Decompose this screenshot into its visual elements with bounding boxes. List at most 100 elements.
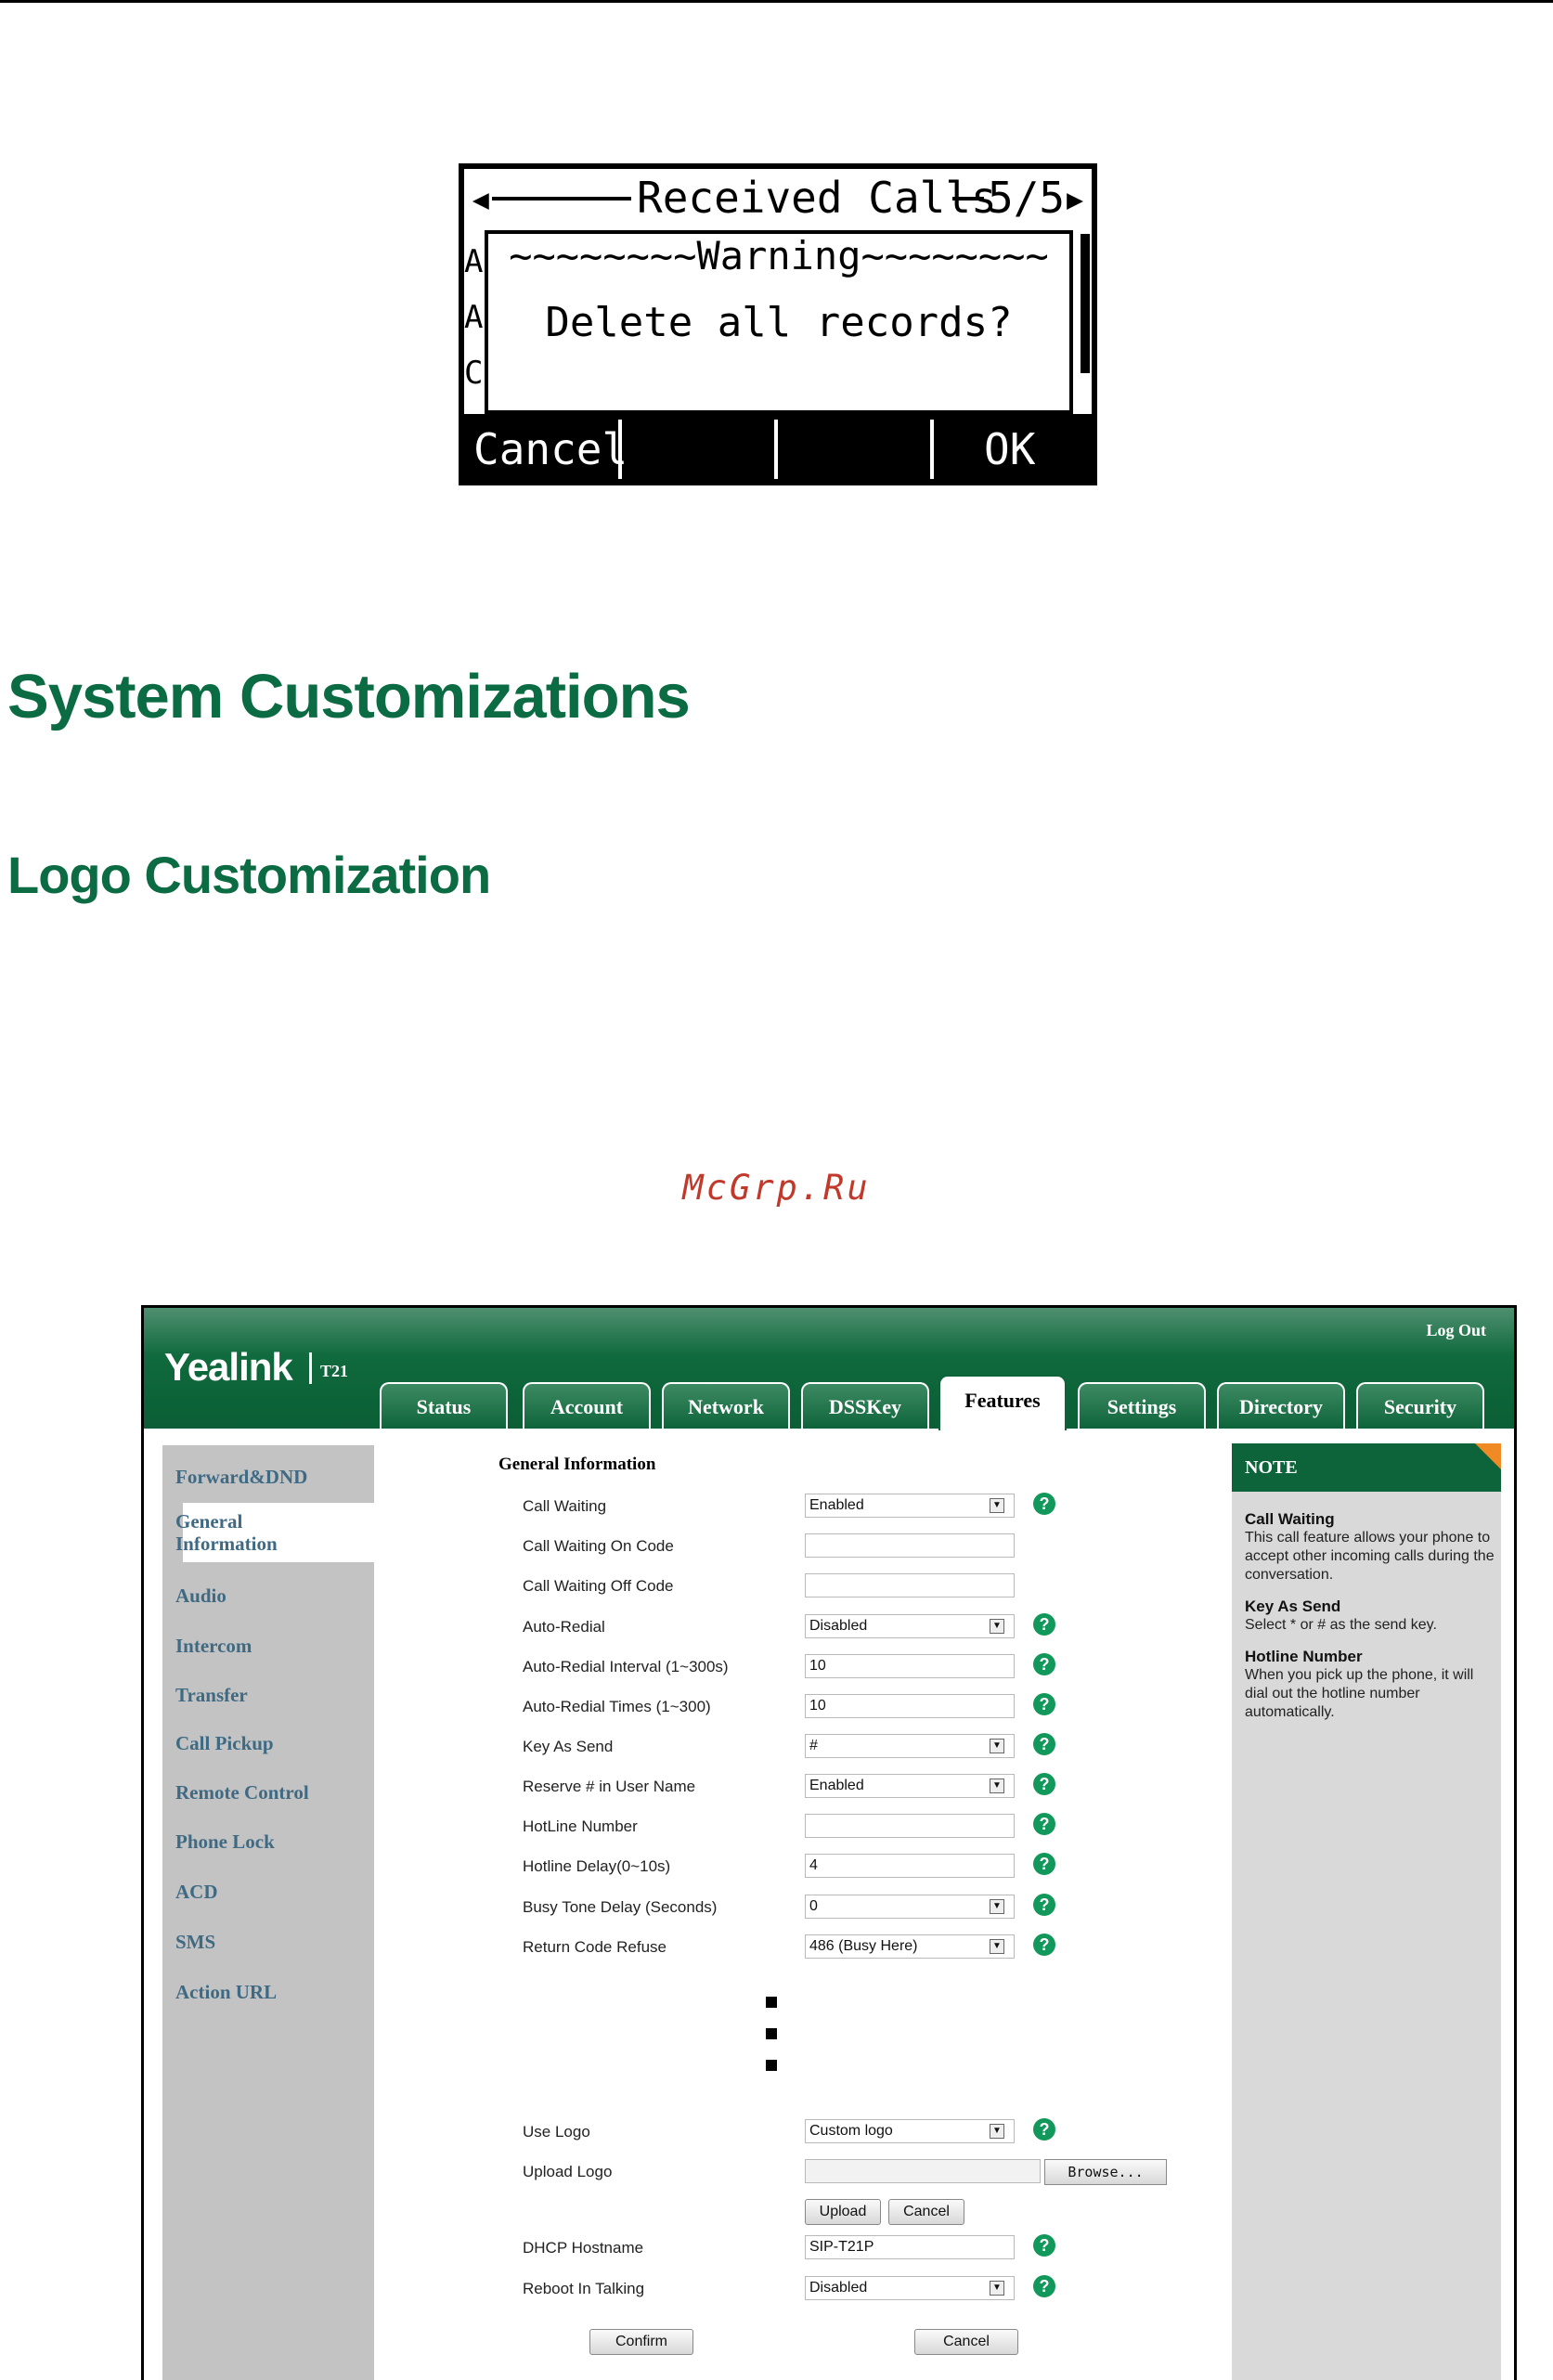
label-call-waiting: Call Waiting [523,1497,607,1515]
label-reserve-hash: Reserve # in User Name [523,1778,696,1795]
input-hotline-delay[interactable]: 4 [805,1854,1015,1878]
lcd-softkeys: Cancel OK [459,420,1097,485]
sidebar-item-forward-dnd[interactable]: Forward&DND [175,1466,307,1488]
softkey-divider [774,420,778,479]
label-reboot-in-talking: Reboot In Talking [523,2280,645,2297]
tab-features[interactable]: Features [938,1375,1067,1430]
tab-dsskey[interactable]: DSSKey [801,1382,929,1429]
select-value: Disabled [809,2280,868,2296]
help-icon[interactable]: ? [1033,1813,1055,1835]
sidebar-item-transfer[interactable]: Transfer [175,1684,248,1706]
select-busy-tone-delay[interactable]: 0 ▼ [805,1895,1015,1919]
select-use-logo[interactable]: Custom logo ▼ [805,2119,1015,2143]
tab-directory[interactable]: Directory [1217,1382,1345,1429]
select-reserve-hash[interactable]: Enabled ▼ [805,1774,1015,1798]
help-icon[interactable]: ? [1033,2234,1055,2257]
sidebar-item-acd[interactable]: ACD [175,1881,218,1903]
tab-network[interactable]: Network [662,1382,790,1429]
note-item-text: When you pick up the phone, it will dial… [1245,1667,1474,1720]
web-header: Yealink T21 Log Out Status Account Netwo… [144,1308,1514,1430]
help-icon[interactable]: ? [1033,1934,1055,1956]
sidebar-item-general-information[interactable]: General Information [175,1510,278,1555]
help-icon[interactable]: ? [1033,1733,1055,1755]
select-reboot-in-talking[interactable]: Disabled ▼ [805,2276,1015,2300]
help-icon[interactable]: ? [1033,1693,1055,1715]
label-call-waiting-on-code: Call Waiting On Code [523,1537,674,1555]
top-rule [0,0,1553,3]
heading-logo-customization: Logo Customization [7,846,491,904]
label-auto-redial-interval: Auto-Redial Interval (1~300s) [523,1658,729,1675]
select-value: Enabled [809,1778,864,1793]
sidebar-item-call-pickup[interactable]: Call Pickup [175,1732,274,1754]
browse-button[interactable]: Browse... [1044,2159,1167,2185]
input-upload-logo-path[interactable] [805,2159,1041,2183]
help-icon[interactable]: ? [1033,2275,1055,2297]
yealink-logo: Yealink [164,1345,293,1389]
tab-security[interactable]: Security [1356,1382,1484,1429]
select-value: 0 [809,1898,818,1914]
tab-status[interactable]: Status [380,1382,508,1429]
select-value: Custom logo [809,2123,893,2139]
input-auto-redial-interval[interactable]: 10 [805,1654,1015,1678]
label-auto-redial: Auto-Redial [523,1618,605,1636]
ellipsis-dot [766,2060,777,2071]
logout-link[interactable]: Log Out [1426,1321,1486,1340]
upload-button[interactable]: Upload [805,2199,881,2225]
select-auto-redial[interactable]: Disabled ▼ [805,1614,1015,1638]
select-value: # [809,1738,818,1753]
section-title: General Information [498,1455,656,1474]
sidebar-item-remote-control[interactable]: Remote Control [175,1781,309,1804]
note-item-title: Call Waiting [1245,1510,1335,1528]
softkey-empty[interactable] [626,420,765,485]
select-call-waiting[interactable]: Enabled ▼ [805,1494,1015,1518]
note-body: Call Waiting This call feature allows yo… [1245,1510,1495,1735]
help-icon[interactable]: ? [1033,1773,1055,1795]
label-key-as-send: Key As Send [523,1738,614,1755]
label-use-logo: Use Logo [523,2123,590,2141]
softkey-cancel[interactable]: Cancel [473,420,628,485]
tab-account[interactable]: Account [523,1382,651,1429]
upload-cancel-button[interactable]: Cancel [888,2199,964,2225]
help-icon[interactable]: ? [1033,1493,1055,1515]
note-panel: NOTE Call Waiting This call feature allo… [1232,1443,1501,2380]
title-line-right [952,197,984,200]
dropdown-arrow-icon: ▼ [990,2124,1004,2139]
select-value: Disabled [809,1618,868,1634]
input-call-waiting-off-code[interactable] [805,1573,1015,1597]
lcd-list-edge: A A C [464,234,483,401]
sidebar-item-phone-lock[interactable]: Phone Lock [175,1830,275,1853]
sidebar-item-intercom[interactable]: Intercom [175,1635,252,1657]
select-value: 486 (Busy Here) [809,1938,918,1954]
cancel-button[interactable]: Cancel [914,2329,1018,2355]
help-icon[interactable]: ? [1033,1894,1055,1916]
dropdown-arrow-icon: ▼ [990,2281,1004,2296]
help-icon[interactable]: ? [1033,1653,1055,1675]
help-icon[interactable]: ? [1033,1613,1055,1636]
sidebar-item-sms[interactable]: SMS [175,1931,215,1953]
label-upload-logo: Upload Logo [523,2163,613,2180]
help-icon[interactable]: ? [1033,1853,1055,1875]
logo-divider [309,1352,312,1384]
softkey-empty[interactable] [782,420,921,485]
confirm-button[interactable]: Confirm [589,2329,693,2355]
help-icon[interactable]: ? [1033,2118,1055,2141]
softkey-ok[interactable]: OK [984,420,1035,485]
lcd-scrollbar [1081,234,1090,373]
label-dhcp-hostname: DHCP Hostname [523,2239,644,2257]
tab-settings[interactable]: Settings [1078,1382,1206,1429]
input-auto-redial-times[interactable]: 10 [805,1694,1015,1718]
label-hotline-number: HotLine Number [523,1817,638,1835]
lcd-page-indicator: 5/5 [988,173,1066,223]
input-dhcp-hostname[interactable]: SIP-T21P [805,2235,1015,2259]
warning-message: Delete all records? [545,299,1013,346]
sidebar-item-action-url[interactable]: Action URL [175,1981,277,2003]
select-key-as-send[interactable]: # ▼ [805,1734,1015,1758]
input-hotline-number[interactable] [805,1814,1015,1838]
note-item-title: Key As Send [1245,1597,1341,1615]
dropdown-arrow-icon: ▼ [990,1739,1004,1753]
web-ui-screenshot: Yealink T21 Log Out Status Account Netwo… [141,1305,1517,2380]
softkey-divider [930,420,934,479]
input-call-waiting-on-code[interactable] [805,1533,1015,1558]
sidebar-item-audio[interactable]: Audio [175,1585,226,1607]
select-return-code-refuse[interactable]: 486 (Busy Here) ▼ [805,1934,1015,1959]
